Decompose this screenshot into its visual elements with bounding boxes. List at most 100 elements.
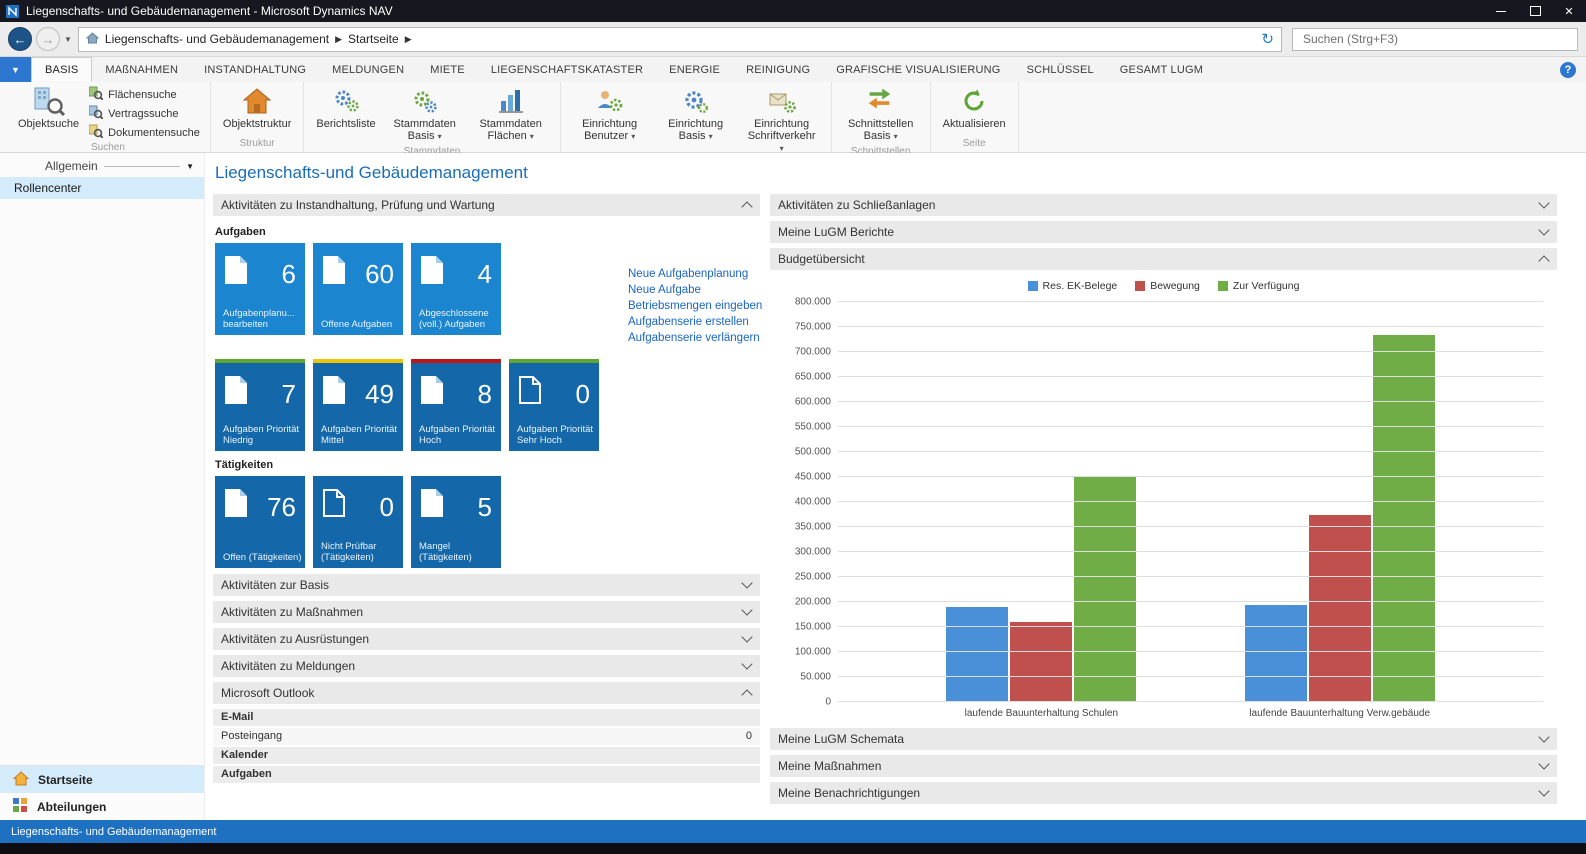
tile-row-taetigkeiten: 76 Offen (Tätigkeiten) 0 Nicht Prüfbar (… bbox=[215, 476, 760, 568]
cue-tile-offene-aufgaben[interactable]: 60 Offene Aufgaben bbox=[313, 243, 403, 335]
dokumentensuche-button[interactable]: Dokumentensuche bbox=[86, 124, 203, 141]
button-label: Dokumentensuche bbox=[108, 127, 200, 139]
tab-meldungen[interactable]: MELDUNGEN bbox=[319, 57, 417, 82]
right-column: Aktivitäten zu Schließanlagen Meine LuGM… bbox=[770, 194, 1557, 809]
chevron-up-icon bbox=[741, 201, 752, 212]
sidebar-item-rollencenter[interactable]: Rollencenter bbox=[0, 177, 204, 199]
chevron-down-icon: ▼ bbox=[186, 162, 194, 171]
link-aufgabenserie-erstellen[interactable]: Aufgabenserie erstellen bbox=[628, 316, 762, 328]
cue-label: Aufgaben Priorität Hoch bbox=[419, 425, 498, 446]
y-axis-label: 300.000 bbox=[795, 547, 838, 558]
tab-massnahmen[interactable]: MAßNAHMEN bbox=[92, 57, 191, 82]
tab-grafische-visualisierung[interactable]: GRAFISCHE VISUALISIERUNG bbox=[823, 57, 1013, 82]
tab-miete[interactable]: MIETE bbox=[417, 57, 478, 82]
nav-section-allgemein[interactable]: Allgemein ▼ bbox=[0, 153, 204, 177]
button-label: Objektsuche bbox=[18, 118, 79, 130]
cue-tile-prioritaet-hoch[interactable]: 8 Aufgaben Priorität Hoch bbox=[411, 359, 501, 451]
cue-tile-abgeschlossene-aufgaben[interactable]: 4 Abgeschlossene (voll.) Aufgaben bbox=[411, 243, 501, 335]
link-aufgabenserie-verlaengern[interactable]: Aufgabenserie verlängern bbox=[628, 332, 762, 344]
band-ausruestungen[interactable]: Aktivitäten zu Ausrüstungen bbox=[213, 628, 760, 650]
band-meine-massnahmen[interactable]: Meine Maßnahmen bbox=[770, 755, 1557, 777]
stammdaten-basis-button[interactable]: Stammdaten Basis ▾ bbox=[383, 84, 467, 145]
aktualisieren-button[interactable]: Aktualisieren bbox=[938, 84, 1011, 132]
cue-tile-prioritaet-niedrig[interactable]: 7 Aufgaben Priorität Niedrig bbox=[215, 359, 305, 451]
forward-button[interactable]: → bbox=[36, 27, 60, 51]
cue-tile-prioritaet-mittel[interactable]: 49 Aufgaben Priorität Mittel bbox=[313, 359, 403, 451]
y-axis-label: 250.000 bbox=[795, 572, 838, 583]
tab-schluessel[interactable]: SCHLÜSSEL bbox=[1014, 57, 1107, 82]
outlook-label: E-Mail bbox=[221, 709, 253, 726]
y-axis-label: 200.000 bbox=[795, 597, 838, 608]
flaechensuche-button[interactable]: Flächensuche bbox=[86, 86, 203, 103]
einrichtung-benutzer-button[interactable]: Einrichtung Benutzer ▾ bbox=[568, 84, 652, 145]
band-benachrichtigungen[interactable]: Meine Benachrichtigungen bbox=[770, 782, 1557, 804]
cue-tile-mangel[interactable]: 5 Mangel (Tätigkeiten) bbox=[411, 476, 501, 568]
cue-tile-nicht-pruefbar[interactable]: 0 Nicht Prüfbar (Tätigkeiten) bbox=[313, 476, 403, 568]
maximize-icon bbox=[1530, 6, 1541, 16]
breadcrumb-arrow-icon[interactable]: ▶ bbox=[335, 34, 342, 45]
link-betriebsmengen-eingeben[interactable]: Betriebsmengen eingeben bbox=[628, 300, 762, 312]
objektstruktur-button[interactable]: Objektstruktur bbox=[218, 84, 296, 132]
link-neue-aufgabenplanung[interactable]: Neue Aufgabenplanung bbox=[628, 268, 762, 280]
refresh-icon[interactable]: ↻ bbox=[1261, 30, 1274, 48]
mail-gear-icon bbox=[768, 86, 796, 116]
help-button[interactable]: ? bbox=[1560, 62, 1576, 78]
einrichtung-basis-button[interactable]: Einrichtung Basis ▾ bbox=[654, 84, 738, 145]
tab-instandhaltung[interactable]: INSTANDHALTUNG bbox=[191, 57, 319, 82]
breadcrumb-page[interactable]: Startseite bbox=[348, 32, 399, 46]
ribbon-tab-strip: ▼ BASIS MAßNAHMEN INSTANDHALTUNG MELDUNG… bbox=[0, 57, 1586, 82]
objektsuche-button[interactable]: Objektsuche bbox=[13, 84, 84, 132]
band-massnahmen[interactable]: Aktivitäten zu Maßnahmen bbox=[213, 601, 760, 623]
sidebar-item-startseite[interactable]: Startseite bbox=[0, 766, 204, 793]
vertragssuche-button[interactable]: Vertragssuche bbox=[86, 105, 203, 122]
schnittstellen-basis-button[interactable]: Schnittstellen Basis ▾ bbox=[839, 84, 923, 145]
application-menu-button[interactable]: ▼ bbox=[0, 57, 31, 82]
gridline bbox=[838, 576, 1543, 577]
cue-tile-offen-taetigkeiten[interactable]: 76 Offen (Tätigkeiten) bbox=[215, 476, 305, 568]
navigation-pane: Allgemein ▼ Rollencenter Startseite Abte… bbox=[0, 153, 205, 820]
tab-basis[interactable]: BASIS bbox=[31, 57, 92, 82]
breadcrumb-root[interactable]: Liegenschafts- und Gebäudemanagement bbox=[105, 32, 329, 46]
band-budgetuebersicht[interactable]: Budgetübersicht bbox=[770, 248, 1557, 270]
outlook-row-aufgaben[interactable]: Aufgaben bbox=[213, 766, 760, 783]
maximize-button[interactable] bbox=[1518, 0, 1552, 22]
band-outlook[interactable]: Microsoft Outlook bbox=[213, 682, 760, 704]
tab-reinigung[interactable]: REINIGUNG bbox=[733, 57, 823, 82]
band-basis[interactable]: Aktivitäten zur Basis bbox=[213, 574, 760, 596]
search-input[interactable] bbox=[1301, 31, 1569, 47]
stammdaten-flaechen-button[interactable]: Stammdaten Flächen ▾ bbox=[469, 84, 553, 145]
window-edge bbox=[0, 843, 1586, 854]
sidebar-item-abteilungen[interactable]: Abteilungen bbox=[0, 793, 204, 820]
link-neue-aufgabe[interactable]: Neue Aufgabe bbox=[628, 284, 762, 296]
history-caret-icon[interactable]: ▼ bbox=[64, 35, 72, 44]
back-button[interactable]: ← bbox=[8, 27, 32, 51]
breadcrumb-arrow-icon[interactable]: ▶ bbox=[405, 34, 412, 45]
band-lugm-berichte[interactable]: Meine LuGM Berichte bbox=[770, 221, 1557, 243]
legend-label: Res. EK-Belege bbox=[1043, 280, 1118, 292]
legend-swatch bbox=[1135, 281, 1145, 291]
cue-tile-prioritaet-sehr-hoch[interactable]: 0 Aufgaben Priorität Sehr Hoch bbox=[509, 359, 599, 451]
band-meldungen[interactable]: Aktivitäten zu Meldungen bbox=[213, 655, 760, 677]
tab-gesamt-lugm[interactable]: GESAMT LUGM bbox=[1107, 57, 1216, 82]
tab-energie[interactable]: ENERGIE bbox=[656, 57, 733, 82]
budget-chart-groups: laufende Bauunterhaltung Schulenlaufende… bbox=[838, 302, 1543, 702]
outlook-row-kalender[interactable]: Kalender bbox=[213, 747, 760, 764]
ribbon-group-stammdaten: Berichtsliste Stammdaten Basis ▾ Stammda… bbox=[304, 82, 560, 152]
cue-tile-aufgabenplanung[interactable]: 6 Aufgabenplanu... bearbeiten bbox=[215, 243, 305, 335]
band-schliessanlagen[interactable]: Aktivitäten zu Schließanlagen bbox=[770, 194, 1557, 216]
status-text: Liegenschafts- und Gebäudemanagement bbox=[11, 826, 216, 838]
outlook-row-email[interactable]: E-Mail bbox=[213, 709, 760, 726]
ribbon-group-seite: Aktualisieren Seite bbox=[931, 82, 1019, 152]
address-bar: ← → ▼ Liegenschafts- und Gebäudemanageme… bbox=[0, 22, 1586, 57]
band-instandhaltung[interactable]: Aktivitäten zu Instandhaltung, Prüfung u… bbox=[213, 194, 760, 216]
close-button[interactable]: ✕ bbox=[1552, 0, 1586, 22]
minimize-button[interactable] bbox=[1484, 0, 1518, 22]
gridline bbox=[838, 701, 1543, 702]
einrichtung-schriftverkehr-button[interactable]: Einrichtung Schriftverkehr ▾ bbox=[740, 84, 824, 157]
ribbon-group-label: Struktur bbox=[218, 137, 296, 151]
gridline bbox=[838, 476, 1543, 477]
tab-liegenschaftskataster[interactable]: LIEGENSCHAFTSKATASTER bbox=[478, 57, 656, 82]
berichtsliste-button[interactable]: Berichtsliste bbox=[311, 84, 380, 132]
outlook-row-posteingang[interactable]: Posteingang 0 bbox=[213, 728, 760, 745]
band-lugm-schemata[interactable]: Meine LuGM Schemata bbox=[770, 728, 1557, 750]
